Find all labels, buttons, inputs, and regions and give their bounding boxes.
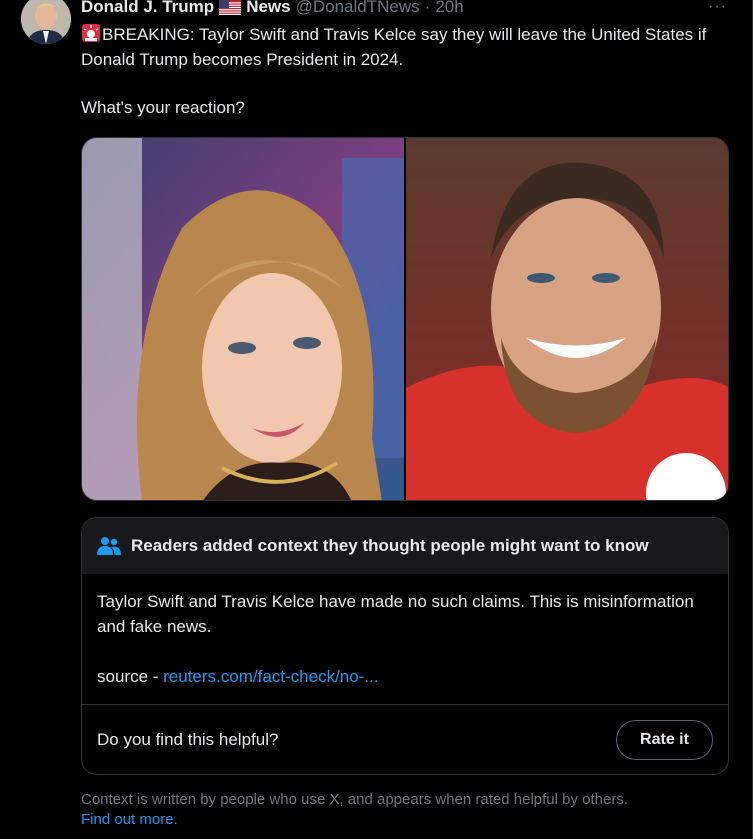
header-separator: · (424, 0, 431, 16)
author-name-suffix[interactable]: News (246, 0, 290, 17)
find-out-more-link[interactable]: Find out more. (81, 810, 721, 830)
rate-it-button[interactable]: Rate it (616, 720, 713, 760)
photo-taylor-swift[interactable] (82, 138, 404, 500)
note-divider (82, 704, 728, 705)
tweet-header: Donald J. Trump News @DonaldTNews · 20h (81, 0, 464, 18)
footer-text: Context is written by people who use X, … (81, 791, 628, 808)
tweet-container: Donald J. Trump News @DonaldTNews · 20h … (0, 0, 753, 839)
photo-travis-kelce[interactable] (406, 138, 728, 500)
tweet-text-main: BREAKING: Taylor Swift and Travis Kelce … (81, 25, 712, 69)
people-icon (97, 537, 121, 555)
tweet-media[interactable] (81, 137, 729, 501)
source-label: source - (97, 667, 164, 686)
community-note-body: Taylor Swift and Travis Kelce have made … (82, 574, 728, 690)
community-note: Readers added context they thought peopl… (81, 517, 729, 775)
source-link[interactable]: reuters.com/fact-check/no-... (163, 667, 378, 686)
context-footer: Context is written by people who use X, … (81, 790, 721, 830)
police-light-icon (82, 24, 100, 42)
tweet-text: BREAKING: Taylor Swift and Travis Kelce … (81, 23, 731, 121)
tweet-timestamp[interactable]: 20h (435, 0, 463, 17)
author-avatar[interactable] (21, 0, 71, 44)
community-note-heading: Readers added context they thought peopl… (131, 536, 649, 555)
author-handle[interactable]: @DonaldTNews (296, 0, 420, 17)
community-note-source: source - reuters.com/fact-check/no-... (97, 665, 713, 690)
community-note-text: Taylor Swift and Travis Kelce have made … (97, 592, 694, 636)
helpful-question: Do you find this helpful? (97, 730, 279, 749)
community-note-header: Readers added context they thought peopl… (82, 518, 728, 574)
us-flag-icon (219, 0, 242, 15)
tweet-text-question: What's your reaction? (81, 98, 245, 117)
author-name[interactable]: Donald J. Trump (81, 0, 214, 17)
more-options-icon[interactable]: ··· (708, 0, 727, 16)
